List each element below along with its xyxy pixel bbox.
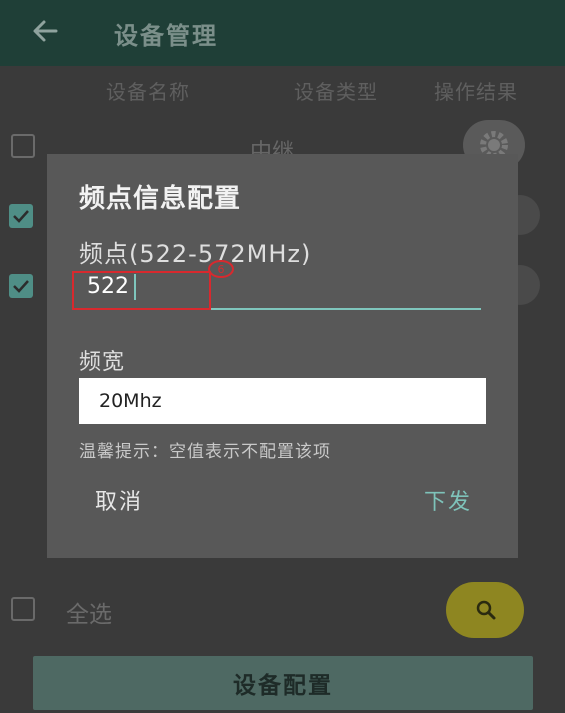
search-fab[interactable] bbox=[446, 582, 524, 638]
bandwidth-label: 频宽 bbox=[79, 350, 126, 375]
annotation-marker: 6 bbox=[208, 260, 234, 278]
column-header-device-type: 设备类型 bbox=[294, 80, 378, 104]
search-icon bbox=[476, 600, 496, 620]
select-all-checkbox[interactable] bbox=[11, 597, 35, 621]
device-config-button[interactable]: 设备配置 bbox=[33, 656, 533, 710]
back-arrow-icon[interactable] bbox=[28, 14, 62, 48]
column-header-device-name: 设备名称 bbox=[106, 80, 190, 104]
column-header-operation-result: 操作结果 bbox=[434, 80, 518, 104]
send-button[interactable]: 下发 bbox=[424, 484, 472, 516]
dialog-title: 频点信息配置 bbox=[79, 184, 242, 214]
app-bar: 设备管理 bbox=[0, 0, 565, 66]
cancel-button[interactable]: 取消 bbox=[95, 484, 143, 516]
row-checkbox-checked[interactable] bbox=[9, 274, 33, 298]
bandwidth-value: 20Mhz bbox=[99, 390, 162, 412]
frequency-label: 频点(522-572MHz) bbox=[79, 240, 312, 268]
row-checkbox[interactable] bbox=[11, 134, 35, 158]
annotation-highlight-box bbox=[72, 271, 211, 310]
bandwidth-select[interactable]: 20Mhz bbox=[79, 378, 486, 424]
hint-text: 温馨提示：空值表示不配置该项 bbox=[79, 442, 331, 462]
select-all-label: 全选 bbox=[66, 602, 112, 628]
page-title: 设备管理 bbox=[114, 22, 218, 50]
row-checkbox-checked[interactable] bbox=[9, 204, 33, 228]
frequency-config-dialog: 频点信息配置 频点(522-572MHz) 522 6 频宽 20Mhz 温馨提… bbox=[47, 154, 518, 558]
